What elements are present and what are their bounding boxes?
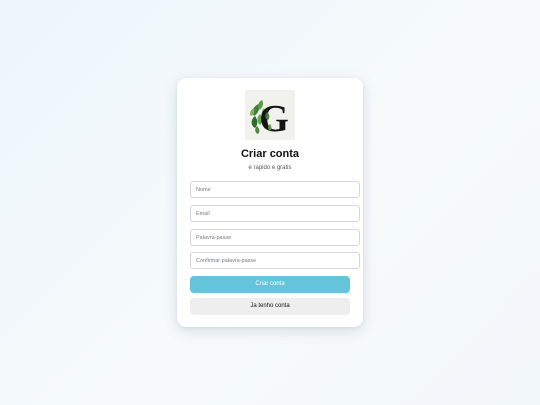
- email-input[interactable]: [190, 205, 360, 222]
- page-subtitle: e rapido e gratis: [248, 165, 292, 171]
- create-account-button[interactable]: Criar conta: [190, 276, 350, 293]
- signup-card: G Criar conta e rapido e gratis Criar co…: [177, 78, 363, 327]
- page-title: Criar conta: [240, 148, 300, 160]
- brand-logo-icon: G: [245, 90, 295, 140]
- logo-letter: G: [259, 98, 289, 140]
- name-input[interactable]: [190, 181, 360, 198]
- have-account-button[interactable]: Ja tenho conta: [190, 298, 350, 315]
- confirm-password-input[interactable]: [190, 252, 360, 269]
- password-input[interactable]: [190, 229, 360, 246]
- leaf-letter-g-logo-icon: G: [245, 90, 295, 140]
